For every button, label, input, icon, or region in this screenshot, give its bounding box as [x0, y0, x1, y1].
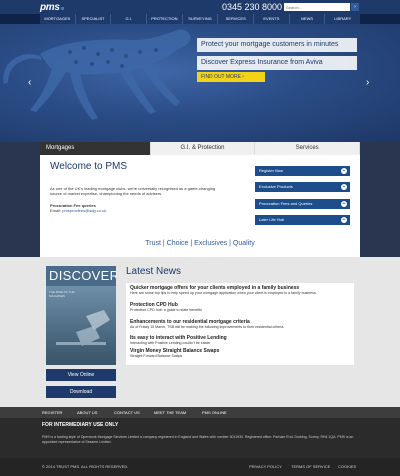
exclusive-products-button[interactable]: Exclusive Products + — [255, 182, 350, 192]
tagline: Trust | Choice | Exclusives | Quality — [145, 240, 255, 247]
news-summary: Here are some top tips to help speed up … — [130, 291, 317, 295]
register-now-button[interactable]: Register Now + — [255, 166, 350, 176]
nav-news[interactable]: NEWS — [290, 14, 326, 24]
search-button[interactable]: › — [351, 3, 359, 11]
main-nav: MORTGAGES SPECIALIST G.I. PROTECTION SUR… — [40, 14, 360, 24]
nav-gi[interactable]: G.I. — [111, 14, 148, 24]
tab-services[interactable]: Services — [255, 142, 361, 155]
tab-gi-protection[interactable]: G.I. & Protection — [150, 142, 256, 155]
nav-mortgages[interactable]: MORTGAGES — [40, 14, 76, 24]
news-item[interactable]: Its easy to interact with Positive Lendi… — [130, 335, 352, 346]
footer-team-link[interactable]: MEET THE TEAM — [154, 407, 186, 418]
welcome-text: As one of the UK's leading mortgage club… — [50, 186, 216, 196]
pms-logo[interactable]: pms — [40, 2, 64, 13]
cover-image: THE RISE OF THE MACHINES — [46, 286, 116, 365]
footer-nav: REGISTER ABOUT US CONTACT US MEET THE TE… — [0, 407, 400, 418]
news-item[interactable]: Enhancements to our residential mortgage… — [130, 319, 352, 330]
privacy-policy-link[interactable]: PRIVACY POLICY — [249, 464, 282, 469]
news-summary: As of Friday 15 March, TSB will be makin… — [130, 325, 285, 329]
find-out-more-button[interactable]: FIND OUT MORE › — [197, 72, 265, 82]
hero-banner: Protect your mortgage customers in minut… — [0, 24, 400, 142]
later-life-hub-button[interactable]: Later Life Hub + — [255, 215, 350, 225]
footer-about-link[interactable]: ABOUT US — [77, 407, 97, 418]
nav-surveying[interactable]: SURVEYING — [183, 14, 219, 24]
chevron-left-icon[interactable]: ‹ — [28, 77, 31, 88]
news-item[interactable]: Quicker mortgage offers for your clients… — [130, 285, 352, 296]
news-list: Quicker mortgage offers for your clients… — [126, 283, 354, 365]
search-input[interactable] — [284, 3, 350, 11]
news-summary: Protection CPD hub: a guide to state ben… — [130, 308, 202, 312]
plus-icon: + — [341, 184, 347, 190]
plus-icon: + — [341, 168, 347, 174]
download-button[interactable]: Download — [46, 386, 116, 398]
tab-mortgages[interactable]: Mortgages — [40, 142, 151, 155]
cover-subtitle: THE RISE OF THE MACHINES — [49, 290, 75, 298]
terms-link[interactable]: TERMS OF SERVICE — [291, 464, 330, 469]
copyright: © 2014 TRUST PMS. ALL RIGHTS RESERVED. — [42, 464, 129, 469]
procuration-fees-button[interactable]: Procuration Fees and Queries + — [255, 199, 350, 209]
news-item[interactable]: Virgin Money Straight Balance Swaps Stra… — [130, 348, 352, 359]
cookies-link[interactable]: COOKIES — [338, 464, 356, 469]
legal-disclaimer: PMS is a trading style of Openwork Mortg… — [42, 435, 354, 444]
email-link[interactable]: pmsprocfees@sdg.co.uk — [62, 208, 106, 213]
tagline-bar: Trust | Choice | Exclusives | Quality — [40, 235, 360, 257]
footer-body: FOR INTERMEDIARY USE ONLY PMS is a tradi… — [0, 418, 400, 458]
procuration-fee-email: Email: pmsprocfees@sdg.co.uk — [50, 208, 107, 213]
chevron-right-icon[interactable]: › — [366, 77, 369, 88]
news-summary: Interacting with Positive Lending couldn… — [130, 341, 211, 345]
latest-news-title: Latest News — [126, 266, 182, 277]
discover-magazine-cover[interactable]: DISCOVER THE RISE OF THE MACHINES — [46, 266, 116, 365]
nav-library[interactable]: LIBRARY — [325, 14, 360, 24]
view-online-button[interactable]: View Online — [46, 369, 116, 381]
news-summary: Straight Forward Balance Swaps — [130, 354, 183, 358]
site-header: pms 0345 230 8000 › — [0, 0, 400, 14]
phone-number: 0345 230 8000 — [222, 2, 283, 12]
plus-icon: + — [341, 217, 347, 223]
hero-headline: Protect your mortgage customers in minut… — [197, 38, 357, 52]
tab-bar: Mortgages G.I. & Protection Services — [40, 142, 361, 155]
hero-subheadline: Discover Express Insurance from Aviva — [197, 56, 357, 70]
welcome-panel: Welcome to PMS As one of the UK's leadin… — [40, 155, 360, 235]
plus-icon: + — [341, 201, 347, 207]
news-item[interactable]: Protection CPD Hub Protection CPD hub: a… — [130, 302, 352, 313]
footer-contact-link[interactable]: CONTACT US — [114, 407, 140, 418]
nav-events[interactable]: EVENTS — [254, 14, 290, 24]
nav-protection[interactable]: PROTECTION — [147, 14, 183, 24]
welcome-title: Welcome to PMS — [50, 161, 128, 172]
footer-bottom: © 2014 TRUST PMS. ALL RIGHTS RESERVED. P… — [0, 458, 400, 476]
nav-services[interactable]: SERVICES — [218, 14, 255, 24]
footer-register-link[interactable]: REGISTER — [42, 407, 62, 418]
intermediary-notice: FOR INTERMEDIARY USE ONLY — [42, 422, 119, 428]
nav-specialist[interactable]: SPECIALIST — [76, 14, 112, 24]
footer-pms-online-link[interactable]: PMS ONLINE — [202, 407, 227, 418]
discover-title: DISCOVER — [49, 268, 116, 283]
